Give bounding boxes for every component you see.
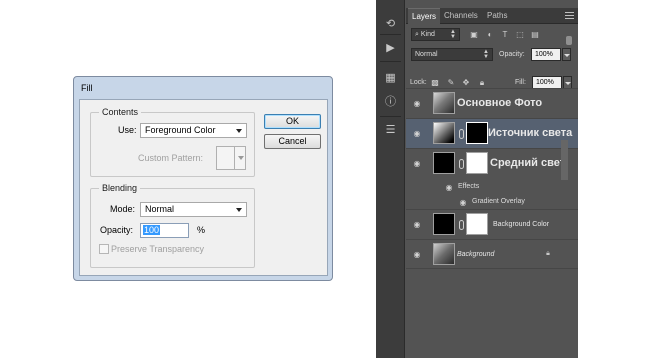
dialog-title: Fill: [81, 83, 93, 93]
properties-icon[interactable]: ☰: [384, 124, 397, 137]
link-chain-icon[interactable]: [459, 159, 464, 169]
opacity-value: 100: [143, 225, 161, 235]
link-chain-icon[interactable]: [459, 220, 464, 230]
adjustments-icon[interactable]: ▦: [384, 72, 397, 85]
visibility-eye-icon[interactable]: ◉: [410, 159, 424, 168]
filter-toggle[interactable]: [566, 36, 572, 45]
preserve-transparency-label: Preserve Transparency: [111, 244, 205, 254]
use-select[interactable]: Foreground Color: [140, 123, 247, 138]
contents-group: Contents Use: Foreground Color Custom Pa…: [90, 107, 255, 177]
layer-name: Background: [457, 251, 495, 258]
mode-select-value: Normal: [145, 204, 175, 214]
visibility-eye-icon[interactable]: ◉: [410, 250, 424, 259]
mask-thumbnail[interactable]: [466, 122, 488, 144]
layer-row[interactable]: ◉ Background 🔒︎: [406, 239, 578, 269]
mode-label: Mode:: [110, 204, 136, 214]
cancel-button[interactable]: Cancel: [264, 134, 321, 149]
opacity-dropdown-button[interactable]: [562, 48, 571, 61]
use-select-value: Foreground Color: [145, 125, 216, 135]
opacity-label: Opacity:: [499, 51, 525, 58]
adjustment-filter-icon[interactable]: ◐: [485, 30, 495, 40]
contents-group-title: Contents: [99, 107, 142, 117]
panel-icon-strip: ⟲ ▶ ▦ ⓘ ☰: [376, 0, 405, 358]
pixel-filter-icon[interactable]: ▣: [469, 30, 479, 40]
updown-icon: ▲ ▼: [450, 29, 456, 40]
tab-paths[interactable]: Paths: [483, 8, 511, 24]
history-icon[interactable]: ⟲: [384, 18, 397, 31]
effects-visibility-icon[interactable]: ◉: [442, 183, 456, 192]
layer-opacity-field[interactable]: 100%: [531, 48, 561, 61]
pattern-preview: [217, 147, 235, 169]
divider: [380, 116, 401, 117]
filter-kind-value: Kind: [420, 31, 435, 38]
info-icon[interactable]: ⓘ: [384, 96, 397, 109]
use-label: Use:: [118, 125, 137, 135]
visibility-eye-icon[interactable]: ◉: [410, 129, 424, 138]
blend-mode-value: Normal: [415, 51, 438, 58]
lock-icon: 🔒︎: [546, 250, 550, 257]
gradient-thumbnail: [433, 122, 455, 144]
layer-name: Background Color: [493, 221, 550, 228]
fill-thumbnail: [433, 152, 455, 174]
blending-group: Blending Mode: Normal Opacity: 100 % Pre…: [90, 183, 255, 268]
mask-thumbnail[interactable]: [466, 152, 488, 174]
layers-panel: Layers Channels Paths ⌕ Kind ▲ ▼ ▣ ◐ T ⬚ …: [406, 8, 578, 358]
lock-position-icon[interactable]: ✥: [461, 78, 471, 88]
ok-button[interactable]: OK: [264, 114, 321, 129]
visibility-eye-icon[interactable]: ◉: [410, 99, 424, 108]
panel-menu-icon[interactable]: [565, 12, 574, 20]
dialog-body: Contents Use: Foreground Color Custom Pa…: [79, 99, 328, 276]
mask-thumbnail[interactable]: [466, 213, 488, 235]
fill-thumbnail: [433, 213, 455, 235]
custom-pattern-label: Custom Pattern:: [138, 153, 204, 163]
smart-object-filter-icon[interactable]: ▤: [530, 30, 540, 40]
blend-mode-select[interactable]: Normal ▲ ▼: [411, 48, 493, 61]
layer-name: Основное Фото: [457, 97, 543, 109]
preserve-transparency-checkbox[interactable]: [99, 244, 109, 254]
lock-image-pixels-icon[interactable]: ✎: [446, 78, 456, 88]
chevron-down-icon: [236, 208, 242, 212]
filter-kind-select[interactable]: ⌕ Kind ▲ ▼: [411, 28, 460, 41]
tab-layers[interactable]: Layers: [408, 8, 441, 24]
divider: [380, 61, 401, 62]
custom-pattern-picker: [216, 146, 246, 170]
layer-row-selected[interactable]: ◉ Источник света: [406, 118, 578, 148]
blending-group-title: Blending: [99, 183, 141, 193]
type-filter-icon[interactable]: T: [500, 30, 510, 40]
layer-row[interactable]: ◉ Основное Фото: [406, 88, 578, 118]
opacity-input[interactable]: 100: [140, 223, 189, 238]
divider: [380, 34, 401, 35]
layer-row[interactable]: ◉ Background Color: [406, 209, 578, 239]
visibility-eye-icon[interactable]: ◉: [410, 220, 424, 229]
chevron-down-icon: [236, 129, 242, 133]
photo-thumbnail: [433, 92, 455, 114]
panel-tabs: Layers Channels Paths: [406, 8, 578, 24]
effect-visibility-icon[interactable]: ◉: [456, 198, 470, 207]
tab-channels[interactable]: Channels: [440, 8, 482, 24]
lock-all-icon[interactable]: 🔒︎: [477, 78, 487, 88]
actions-play-icon[interactable]: ▶: [384, 42, 397, 55]
opacity-label: Opacity:: [100, 225, 134, 235]
chevron-down-icon: [238, 156, 244, 160]
layers-scrollbar[interactable]: [561, 140, 568, 180]
layer-name: Источник света: [488, 127, 573, 139]
link-chain-icon[interactable]: [459, 129, 464, 139]
effect-gradient-overlay[interactable]: Gradient Overlay: [472, 198, 525, 205]
opacity-unit: %: [197, 225, 206, 235]
effects-label: Effects: [458, 183, 480, 190]
shape-filter-icon[interactable]: ⬚: [515, 30, 525, 40]
layer-name: Средний свет: [490, 157, 566, 169]
screen: Fill Contents Use: Foreground Color Cust…: [0, 0, 650, 358]
updown-icon: ▲ ▼: [483, 49, 489, 60]
layer-row[interactable]: ◉ Средний свет ◉ Effects ◉ Gradient Over…: [406, 148, 578, 211]
mode-select[interactable]: Normal: [140, 202, 247, 217]
lock-transparent-pixels-icon[interactable]: ▩: [430, 78, 440, 88]
photo-thumbnail: [433, 243, 455, 265]
fill-dialog: Fill Contents Use: Foreground Color Cust…: [73, 76, 333, 281]
